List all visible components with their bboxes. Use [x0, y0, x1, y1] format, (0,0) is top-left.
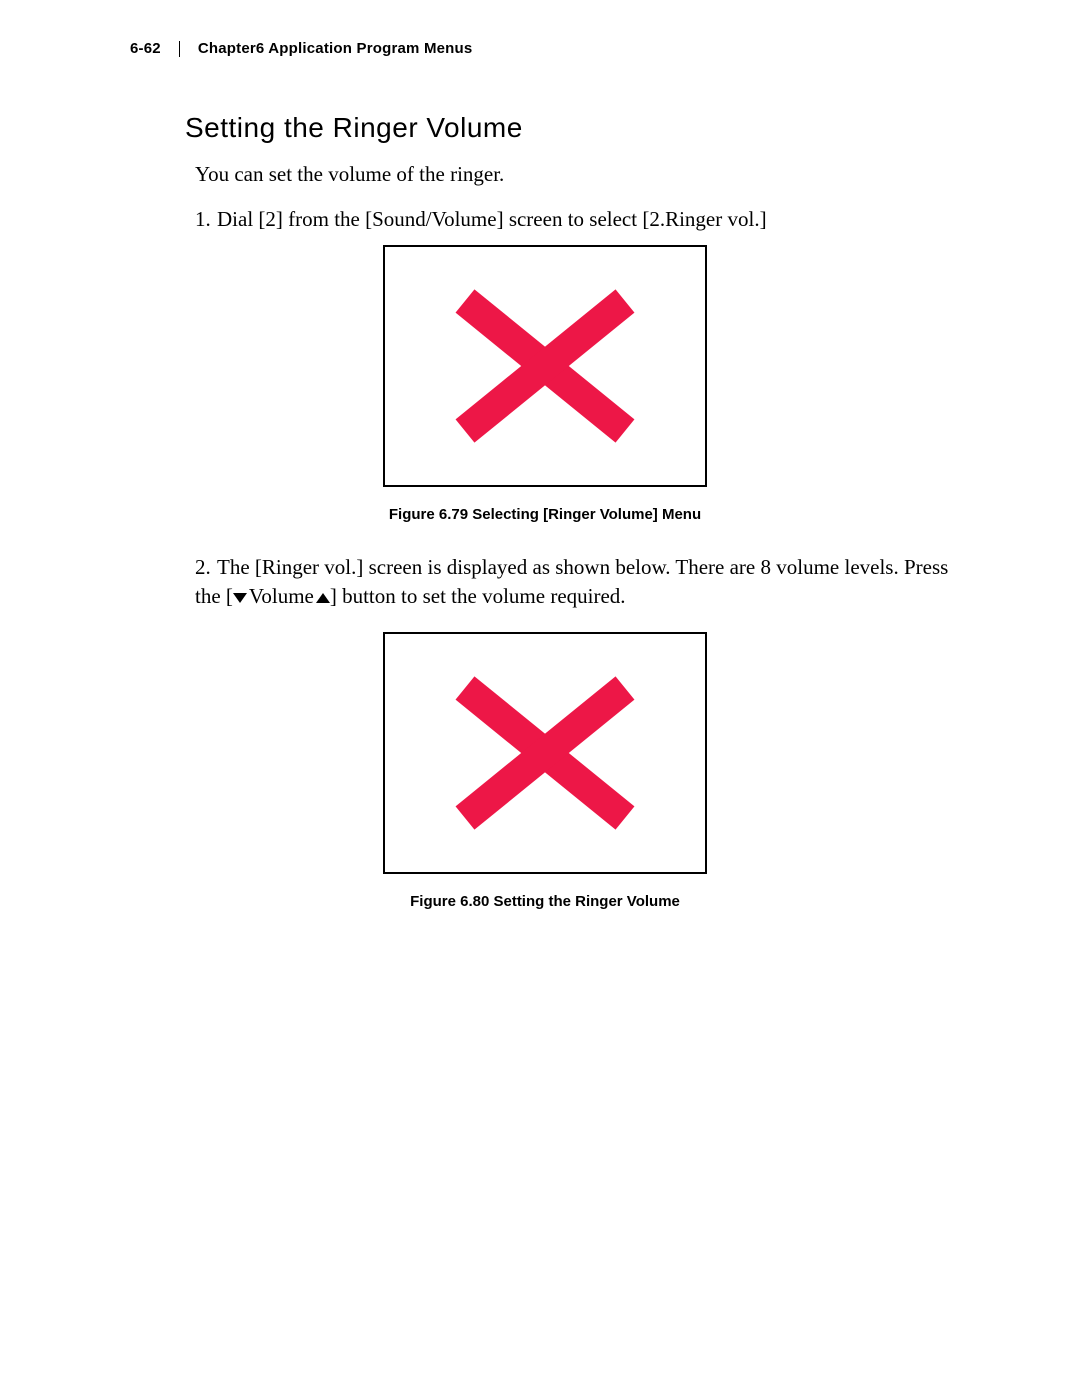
chapter-label: Chapter6 Application Program Menus — [198, 40, 473, 57]
volume-button-label: Volume — [233, 584, 330, 608]
intro-text: You can set the volume of the ringer. — [195, 162, 960, 187]
figure-2: Figure 6.80 Setting the Ringer Volume — [130, 632, 960, 910]
figure-2-caption: Figure 6.80 Setting the Ringer Volume — [130, 893, 960, 910]
figure-2-box — [383, 632, 707, 874]
section-title: Setting the Ringer Volume — [185, 112, 960, 144]
figure-1: Figure 6.79 Selecting [Ringer Volume] Me… — [130, 245, 960, 523]
triangle-down-icon — [233, 593, 247, 603]
step-2: 2.The [Ringer vol.] screen is displayed … — [195, 553, 960, 610]
triangle-up-icon — [316, 593, 330, 603]
figure-1-caption: Figure 6.79 Selecting [Ringer Volume] Me… — [130, 506, 960, 523]
volume-label: Volume — [249, 584, 314, 608]
header-divider — [179, 41, 180, 57]
step-1: 1.Dial [2] from the [Sound/Volume] scree… — [195, 205, 960, 233]
step-2-text-b: ] button to set the volume required. — [330, 584, 626, 608]
missing-image-icon — [445, 281, 645, 451]
document-page: 6-62 Chapter6 Application Program Menus … — [0, 0, 1080, 950]
missing-image-icon — [445, 668, 645, 838]
figure-1-box — [383, 245, 707, 487]
page-header: 6-62 Chapter6 Application Program Menus — [130, 40, 960, 57]
step-number: 2. — [195, 553, 217, 581]
step-number: 1. — [195, 205, 217, 233]
page-number: 6-62 — [130, 40, 161, 57]
step-1-text: Dial [2] from the [Sound/Volume] screen … — [217, 207, 767, 231]
